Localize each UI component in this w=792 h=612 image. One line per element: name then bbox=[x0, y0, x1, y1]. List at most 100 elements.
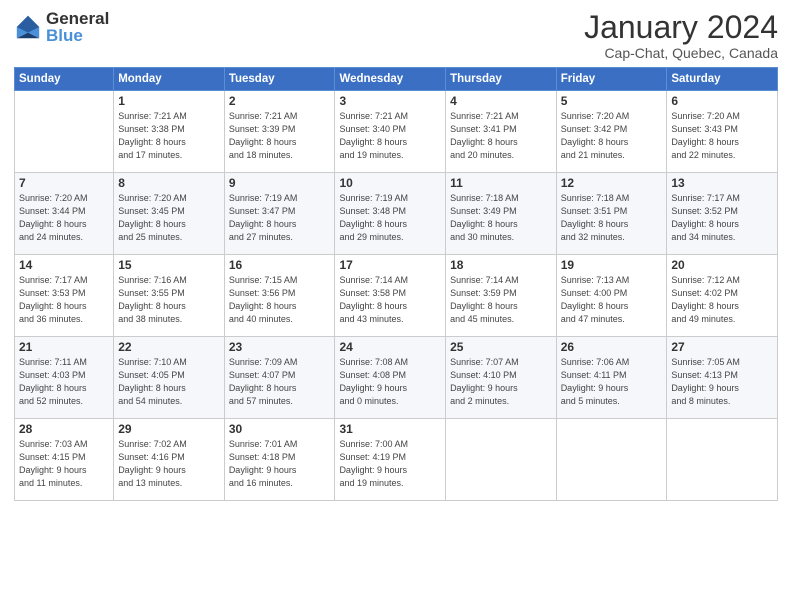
day-number: 2 bbox=[229, 94, 331, 108]
calendar-cell: 29 Sunrise: 7:02 AM Sunset: 4:16 PM Dayli… bbox=[114, 419, 225, 501]
day-info: Sunrise: 7:06 AM Sunset: 4:11 PM Dayligh… bbox=[561, 356, 663, 408]
week-row-4: 28 Sunrise: 7:03 AM Sunset: 4:15 PM Dayli… bbox=[15, 419, 778, 501]
day-number: 12 bbox=[561, 176, 663, 190]
day-info: Sunrise: 7:18 AM Sunset: 3:51 PM Dayligh… bbox=[561, 192, 663, 244]
calendar-cell: 9 Sunrise: 7:19 AM Sunset: 3:47 PM Daylig… bbox=[224, 173, 335, 255]
calendar-cell: 22Sunrise: 7:10 AM Sunset: 4:05 PM Dayli… bbox=[114, 337, 225, 419]
header-sunday: Sunday bbox=[15, 68, 114, 91]
calendar-cell: 13Sunrise: 7:17 AM Sunset: 3:52 PM Dayli… bbox=[667, 173, 778, 255]
day-number: 30 bbox=[229, 422, 331, 436]
logo-icon bbox=[14, 13, 42, 41]
header-thursday: Thursday bbox=[446, 68, 557, 91]
header-monday: Monday bbox=[114, 68, 225, 91]
week-row-0: 1 Sunrise: 7:21 AM Sunset: 3:38 PM Daylig… bbox=[15, 91, 778, 173]
day-info: Sunrise: 7:17 AM Sunset: 3:52 PM Dayligh… bbox=[671, 192, 773, 244]
calendar-cell bbox=[667, 419, 778, 501]
day-number: 21 bbox=[19, 340, 109, 354]
header: General Blue January 2024 Cap-Chat, Queb… bbox=[14, 10, 778, 61]
day-number: 20 bbox=[671, 258, 773, 272]
day-number: 11 bbox=[450, 176, 552, 190]
header-tuesday: Tuesday bbox=[224, 68, 335, 91]
day-info: Sunrise: 7:07 AM Sunset: 4:10 PM Dayligh… bbox=[450, 356, 552, 408]
calendar-cell bbox=[556, 419, 667, 501]
calendar-cell: 24 Sunrise: 7:08 AM Sunset: 4:08 PM Dayli… bbox=[335, 337, 446, 419]
calendar-cell: 21 Sunrise: 7:11 AM Sunset: 4:03 PM Dayli… bbox=[15, 337, 114, 419]
day-info: Sunrise: 7:17 AM Sunset: 3:53 PM Dayligh… bbox=[19, 274, 109, 326]
week-row-1: 7 Sunrise: 7:20 AM Sunset: 3:44 PM Daylig… bbox=[15, 173, 778, 255]
day-info: Sunrise: 7:05 AM Sunset: 4:13 PM Dayligh… bbox=[671, 356, 773, 408]
calendar-header-row: SundayMondayTuesdayWednesdayThursdayFrid… bbox=[15, 68, 778, 91]
day-info: Sunrise: 7:02 AM Sunset: 4:16 PM Dayligh… bbox=[118, 438, 220, 490]
calendar-cell: 11 Sunrise: 7:18 AM Sunset: 3:49 PM Dayli… bbox=[446, 173, 557, 255]
calendar-cell: 26Sunrise: 7:06 AM Sunset: 4:11 PM Dayli… bbox=[556, 337, 667, 419]
day-info: Sunrise: 7:13 AM Sunset: 4:00 PM Dayligh… bbox=[561, 274, 663, 326]
calendar-cell: 27Sunrise: 7:05 AM Sunset: 4:13 PM Dayli… bbox=[667, 337, 778, 419]
day-info: Sunrise: 7:21 AM Sunset: 3:39 PM Dayligh… bbox=[229, 110, 331, 162]
day-info: Sunrise: 7:12 AM Sunset: 4:02 PM Dayligh… bbox=[671, 274, 773, 326]
day-number: 23 bbox=[229, 340, 331, 354]
calendar-cell: 5 Sunrise: 7:20 AM Sunset: 3:42 PM Daylig… bbox=[556, 91, 667, 173]
calendar-cell: 12 Sunrise: 7:18 AM Sunset: 3:51 PM Dayli… bbox=[556, 173, 667, 255]
calendar-cell: 18 Sunrise: 7:14 AM Sunset: 3:59 PM Dayli… bbox=[446, 255, 557, 337]
calendar-cell: 31Sunrise: 7:00 AM Sunset: 4:19 PM Dayli… bbox=[335, 419, 446, 501]
day-info: Sunrise: 7:09 AM Sunset: 4:07 PM Dayligh… bbox=[229, 356, 331, 408]
calendar-cell: 2 Sunrise: 7:21 AM Sunset: 3:39 PM Daylig… bbox=[224, 91, 335, 173]
calendar-cell: 8 Sunrise: 7:20 AM Sunset: 3:45 PM Daylig… bbox=[114, 173, 225, 255]
day-number: 5 bbox=[561, 94, 663, 108]
day-info: Sunrise: 7:20 AM Sunset: 3:43 PM Dayligh… bbox=[671, 110, 773, 162]
calendar-table: SundayMondayTuesdayWednesdayThursdayFrid… bbox=[14, 67, 778, 501]
day-info: Sunrise: 7:01 AM Sunset: 4:18 PM Dayligh… bbox=[229, 438, 331, 490]
day-info: Sunrise: 7:21 AM Sunset: 3:40 PM Dayligh… bbox=[339, 110, 441, 162]
day-info: Sunrise: 7:14 AM Sunset: 3:58 PM Dayligh… bbox=[339, 274, 441, 326]
day-number: 8 bbox=[118, 176, 220, 190]
day-info: Sunrise: 7:16 AM Sunset: 3:55 PM Dayligh… bbox=[118, 274, 220, 326]
week-row-2: 14Sunrise: 7:17 AM Sunset: 3:53 PM Dayli… bbox=[15, 255, 778, 337]
day-number: 3 bbox=[339, 94, 441, 108]
day-info: Sunrise: 7:21 AM Sunset: 3:41 PM Dayligh… bbox=[450, 110, 552, 162]
day-number: 1 bbox=[118, 94, 220, 108]
calendar-cell: 28 Sunrise: 7:03 AM Sunset: 4:15 PM Dayli… bbox=[15, 419, 114, 501]
calendar-cell: 4Sunrise: 7:21 AM Sunset: 3:41 PM Daylig… bbox=[446, 91, 557, 173]
day-number: 9 bbox=[229, 176, 331, 190]
day-number: 17 bbox=[339, 258, 441, 272]
day-number: 6 bbox=[671, 94, 773, 108]
day-number: 29 bbox=[118, 422, 220, 436]
page-container: General Blue January 2024 Cap-Chat, Queb… bbox=[0, 0, 792, 511]
day-number: 15 bbox=[118, 258, 220, 272]
day-info: Sunrise: 7:08 AM Sunset: 4:08 PM Dayligh… bbox=[339, 356, 441, 408]
calendar-cell bbox=[15, 91, 114, 173]
day-number: 7 bbox=[19, 176, 109, 190]
day-info: Sunrise: 7:15 AM Sunset: 3:56 PM Dayligh… bbox=[229, 274, 331, 326]
day-number: 10 bbox=[339, 176, 441, 190]
day-info: Sunrise: 7:14 AM Sunset: 3:59 PM Dayligh… bbox=[450, 274, 552, 326]
header-saturday: Saturday bbox=[667, 68, 778, 91]
calendar-cell: 14Sunrise: 7:17 AM Sunset: 3:53 PM Dayli… bbox=[15, 255, 114, 337]
day-info: Sunrise: 7:00 AM Sunset: 4:19 PM Dayligh… bbox=[339, 438, 441, 490]
calendar-cell: 10 Sunrise: 7:19 AM Sunset: 3:48 PM Dayli… bbox=[335, 173, 446, 255]
day-number: 18 bbox=[450, 258, 552, 272]
day-number: 25 bbox=[450, 340, 552, 354]
calendar-cell: 3 Sunrise: 7:21 AM Sunset: 3:40 PM Daylig… bbox=[335, 91, 446, 173]
day-info: Sunrise: 7:21 AM Sunset: 3:38 PM Dayligh… bbox=[118, 110, 220, 162]
day-number: 24 bbox=[339, 340, 441, 354]
day-info: Sunrise: 7:20 AM Sunset: 3:44 PM Dayligh… bbox=[19, 192, 109, 244]
calendar-cell: 6 Sunrise: 7:20 AM Sunset: 3:43 PM Daylig… bbox=[667, 91, 778, 173]
calendar-cell: 7 Sunrise: 7:20 AM Sunset: 3:44 PM Daylig… bbox=[15, 173, 114, 255]
day-info: Sunrise: 7:11 AM Sunset: 4:03 PM Dayligh… bbox=[19, 356, 109, 408]
logo: General Blue bbox=[14, 10, 109, 44]
day-info: Sunrise: 7:19 AM Sunset: 3:48 PM Dayligh… bbox=[339, 192, 441, 244]
calendar-cell: 30 Sunrise: 7:01 AM Sunset: 4:18 PM Dayli… bbox=[224, 419, 335, 501]
day-info: Sunrise: 7:03 AM Sunset: 4:15 PM Dayligh… bbox=[19, 438, 109, 490]
calendar-cell: 16Sunrise: 7:15 AM Sunset: 3:56 PM Dayli… bbox=[224, 255, 335, 337]
calendar-cell: 20 Sunrise: 7:12 AM Sunset: 4:02 PM Dayli… bbox=[667, 255, 778, 337]
day-info: Sunrise: 7:20 AM Sunset: 3:45 PM Dayligh… bbox=[118, 192, 220, 244]
calendar-cell: 23 Sunrise: 7:09 AM Sunset: 4:07 PM Dayli… bbox=[224, 337, 335, 419]
day-info: Sunrise: 7:19 AM Sunset: 3:47 PM Dayligh… bbox=[229, 192, 331, 244]
calendar-cell: 17 Sunrise: 7:14 AM Sunset: 3:58 PM Dayli… bbox=[335, 255, 446, 337]
header-friday: Friday bbox=[556, 68, 667, 91]
logo-blue: Blue bbox=[46, 27, 109, 44]
day-info: Sunrise: 7:18 AM Sunset: 3:49 PM Dayligh… bbox=[450, 192, 552, 244]
title-block: January 2024 Cap-Chat, Quebec, Canada bbox=[584, 10, 778, 61]
day-number: 28 bbox=[19, 422, 109, 436]
day-info: Sunrise: 7:20 AM Sunset: 3:42 PM Dayligh… bbox=[561, 110, 663, 162]
